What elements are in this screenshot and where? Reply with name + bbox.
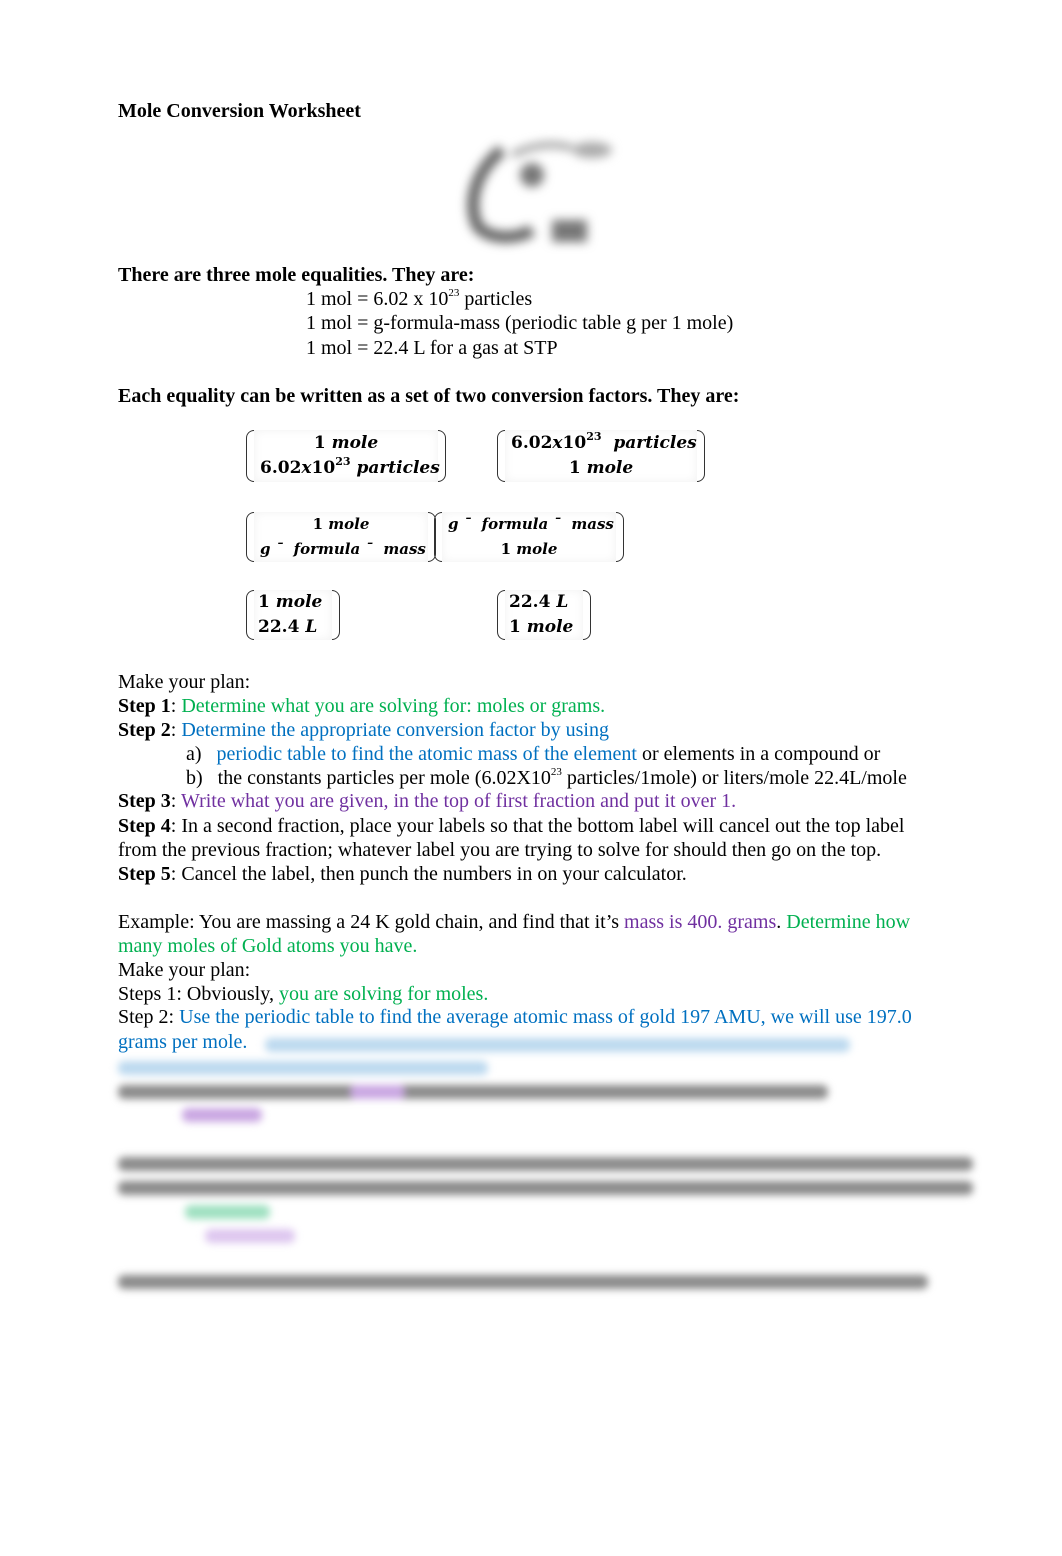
step-2b-suffix: particles/1mole) or liters/mole 22.4L/mo…	[561, 767, 907, 789]
step-2-text: Determine the appropriate conversion fac…	[181, 719, 609, 741]
blurred-line	[118, 1085, 828, 1099]
blurred-line	[265, 1038, 850, 1052]
conversion-factor-mole-per-gram: 1 mole g ¯ formula ¯ mass	[246, 512, 436, 562]
factor-denominator: 6.02x1023 particles	[260, 455, 440, 478]
factor-numerator: g ¯ formula ¯ mass	[448, 515, 614, 533]
list-marker: a)	[186, 743, 202, 765]
example-step-2: Step 2: Use the periodic table to find t…	[118, 1005, 912, 1029]
step-3-text: Write what you are given, in the top of …	[181, 790, 737, 812]
step-5-text: Cancel the label, then punch the numbers…	[181, 863, 687, 885]
conversion-factor-mole-per-liter: 1 mole 22.4 L	[246, 590, 340, 640]
step-2a: a) periodic table to find the atomic mas…	[186, 742, 880, 766]
factor-numerator: 1 mole	[258, 592, 323, 612]
equalities-heading: There are three mole equalities. They ar…	[118, 264, 475, 286]
equality-1-exponent: 23	[448, 287, 460, 300]
conversion-factor-liter-per-mole: 22.4 L 1 mole	[497, 590, 591, 640]
example-intro: Example: You are massing a 24 K gold cha…	[118, 910, 910, 934]
example-step-2-continued: grams per mole.	[118, 1031, 248, 1053]
step-1: Step 1: Determine what you are solving f…	[118, 695, 606, 717]
right-parenthesis	[332, 590, 340, 640]
factors-heading: Each equality can be written as a set of…	[118, 385, 740, 407]
right-parenthesis	[583, 590, 591, 640]
factor-denominator: g ¯ formula ¯ mass	[260, 540, 426, 558]
factor-numerator: 22.4 L	[509, 592, 569, 612]
step-4-continued: from the previous fraction; whatever lab…	[118, 839, 882, 861]
equality-1-suffix: particles	[459, 288, 533, 310]
factor-denominator: 1 mole	[568, 458, 634, 478]
step-4-label: Step 4	[118, 815, 171, 837]
equality-3: 1 mol = 22.4 L for a gas at STP	[306, 337, 558, 359]
exponent: 23	[550, 766, 562, 779]
blurred-line	[182, 1108, 262, 1122]
factor-denominator: 1 mole	[500, 540, 558, 558]
equality-2: 1 mol = g-formula-mass (periodic table g…	[306, 312, 734, 334]
factor-numerator: 1 mole	[313, 433, 379, 453]
mole-map-diagram-icon	[462, 130, 632, 255]
step-4-text: In a second fraction, place your labels …	[181, 815, 905, 837]
step-1-label: Step 1	[118, 695, 171, 717]
conversion-factor-particles-per-mole: 6.02x1023 particles 1 mole	[497, 430, 705, 482]
step-2a-rest: or elements in a compound or	[636, 743, 881, 765]
left-parenthesis	[246, 512, 254, 562]
left-parenthesis	[434, 512, 442, 562]
factor-denominator: 1 mole	[509, 617, 574, 637]
example-step-1: Steps 1: Obviously, you are solving for …	[118, 982, 488, 1006]
blurred-line	[350, 1085, 405, 1099]
left-parenthesis	[497, 590, 505, 640]
page-title: Mole Conversion Worksheet	[118, 100, 361, 122]
left-parenthesis	[497, 430, 505, 482]
example-question: Determine how	[786, 911, 911, 933]
blurred-line	[118, 1275, 928, 1289]
conversion-factor-mole-per-particles: 1 mole 6.02x1023 particles	[246, 430, 446, 482]
blurred-line	[118, 1061, 488, 1075]
example-plan-heading: Make your plan:	[118, 959, 251, 981]
list-marker: b)	[186, 767, 203, 789]
document-page: Mole Conversion Worksheet There are thre…	[0, 0, 1062, 1556]
step-5: Step 5: Cancel the label, then punch the…	[118, 863, 687, 885]
equality-1: 1 mol = 6.02 x 1023 particles	[306, 287, 532, 311]
left-parenthesis	[246, 430, 254, 482]
right-parenthesis	[438, 430, 446, 482]
factor-numerator: 1 mole	[312, 515, 370, 533]
example-step-2-label: Step 2:	[118, 1006, 180, 1028]
right-parenthesis	[616, 512, 624, 562]
right-parenthesis	[697, 430, 705, 482]
step-2-label: Step 2	[118, 719, 171, 741]
conversion-factor-gram-per-mole: g ¯ formula ¯ mass 1 mole	[434, 512, 624, 562]
plan-heading: Make your plan:	[118, 671, 251, 693]
example-step-2-text: Use the periodic table to find the avera…	[179, 1006, 912, 1028]
step-2a-highlight: periodic table to find the atomic mass o…	[216, 743, 637, 765]
example-given: mass is 400. grams	[624, 911, 777, 933]
left-parenthesis	[246, 590, 254, 640]
example-step-1-label: Steps 1: Obviously,	[118, 983, 279, 1005]
blurred-line	[118, 1181, 973, 1195]
step-3: Step 3: Write what you are given, in the…	[118, 790, 737, 812]
equality-1-text: 1 mol = 6.02 x 10	[306, 288, 449, 310]
blurred-line	[205, 1229, 295, 1243]
step-4: Step 4: In a second fraction, place your…	[118, 815, 905, 837]
factor-numerator: 6.02x1023 particles	[511, 430, 697, 453]
example-step-1-text: you are solving for moles.	[278, 983, 489, 1005]
example-period: .	[776, 911, 787, 933]
step-2b: b) the constants particles per mole (6.0…	[186, 766, 907, 790]
blurred-line	[118, 1157, 973, 1171]
step-2b-text: the constants particles per mole (6.02X1…	[217, 767, 551, 789]
step-2: Step 2: Determine the appropriate conver…	[118, 719, 609, 741]
blurred-line	[185, 1205, 270, 1219]
step-1-text: Determine what you are solving for: mole…	[181, 695, 606, 717]
step-3-label: Step 3	[118, 790, 171, 812]
factor-denominator: 22.4 L	[258, 617, 318, 637]
example-intro-text: Example: You are massing a 24 K gold cha…	[118, 911, 625, 933]
example-question-continued: many moles of Gold atoms you have.	[118, 935, 418, 957]
step-5-label: Step 5	[118, 863, 171, 885]
